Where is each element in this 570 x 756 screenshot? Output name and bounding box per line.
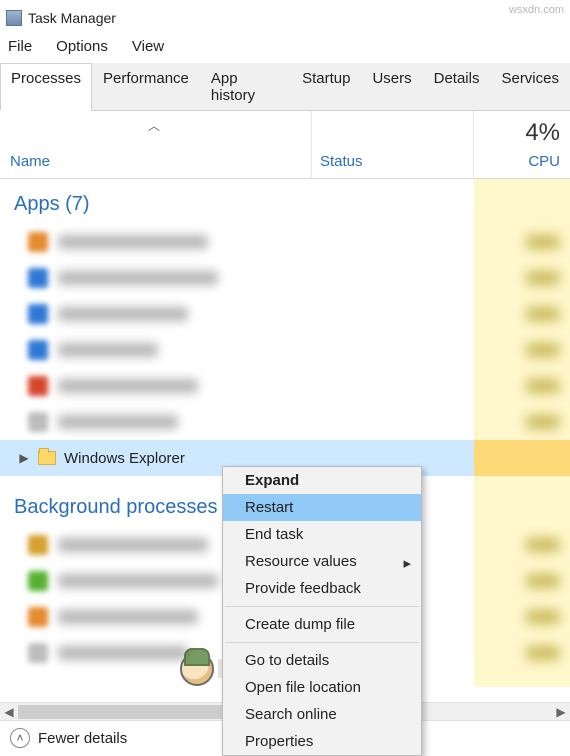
cpu-value-blurred (526, 343, 560, 357)
name-cell: ▶ Windows Explorer (0, 450, 312, 467)
app-name-blurred (58, 379, 198, 393)
cpu-value-blurred (526, 538, 560, 552)
sort-indicator-icon: ︿ (148, 117, 160, 134)
title-bar: Task Manager (0, 0, 570, 32)
watermark-mascot-icon (180, 652, 214, 686)
list-item[interactable] (0, 224, 570, 260)
scroll-right-button[interactable]: ▶ (552, 703, 570, 721)
window-title: Task Manager (28, 10, 116, 26)
scroll-left-button[interactable]: ◀ (0, 703, 18, 721)
cpu-value-blurred (526, 574, 560, 588)
app-name-blurred (58, 307, 188, 321)
list-item[interactable] (0, 296, 570, 332)
cpu-value-blurred (526, 271, 560, 285)
ctx-properties[interactable]: Properties (223, 728, 421, 755)
tab-users[interactable]: Users (361, 63, 422, 110)
column-name[interactable]: ︿ Name (0, 111, 312, 178)
app-icon (28, 571, 48, 591)
app-name-blurred (58, 415, 178, 429)
cpu-value-blurred (526, 646, 560, 660)
ctx-resource-values[interactable]: Resource values ▸ (223, 548, 421, 575)
column-cpu[interactable]: 4% CPU (474, 111, 570, 178)
cpu-percent: 4% (525, 119, 560, 147)
fewer-details-icon[interactable]: ˄ (10, 728, 30, 748)
menu-bar: File Options View (0, 32, 570, 63)
cpu-value-blurred (526, 610, 560, 624)
menu-options[interactable]: Options (52, 36, 112, 57)
menu-file[interactable]: File (4, 36, 36, 57)
app-icon (28, 268, 48, 288)
column-name-label: Name (10, 153, 50, 170)
ctx-search-online[interactable]: Search online (223, 701, 421, 728)
app-name-blurred (58, 610, 198, 624)
list-item[interactable] (0, 368, 570, 404)
ctx-expand[interactable]: Expand (223, 467, 421, 494)
cpu-value-blurred (526, 235, 560, 249)
app-icon (28, 304, 48, 324)
expand-icon[interactable]: ▶ (18, 451, 30, 465)
app-icon (28, 376, 48, 396)
attribution-text: wsxdn.com (509, 4, 564, 16)
cpu-cell-highlight (474, 440, 570, 476)
column-cpu-label: CPU (528, 153, 560, 170)
folder-icon (38, 451, 56, 465)
app-name-blurred (58, 646, 188, 660)
tab-app-history[interactable]: App history (200, 63, 291, 110)
ctx-restart[interactable]: Restart (223, 494, 421, 521)
process-name: Windows Explorer (64, 450, 185, 467)
app-name-blurred (58, 574, 218, 588)
tab-startup[interactable]: Startup (291, 63, 361, 110)
context-menu: Expand Restart End task Resource values … (222, 466, 422, 756)
list-item[interactable] (0, 260, 570, 296)
ctx-end-task[interactable]: End task (223, 521, 421, 548)
task-manager-icon (6, 10, 22, 26)
list-item[interactable] (0, 332, 570, 368)
app-icon (28, 607, 48, 627)
column-header: ︿ Name Status 4% CPU (0, 111, 570, 179)
column-status[interactable]: Status (312, 111, 474, 178)
group-apps[interactable]: Apps (7) (0, 179, 570, 224)
tab-services[interactable]: Services (490, 63, 570, 110)
app-icon (28, 535, 48, 555)
app-icon (28, 340, 48, 360)
app-name-blurred (58, 235, 208, 249)
menu-view[interactable]: View (128, 36, 168, 57)
menu-separator (225, 606, 419, 607)
tab-bar: Processes Performance App history Startu… (0, 63, 570, 111)
cpu-value-blurred (526, 415, 560, 429)
submenu-arrow-icon: ▸ (403, 554, 411, 572)
scroll-thumb[interactable] (18, 705, 242, 719)
app-icon (28, 412, 48, 432)
tab-processes[interactable]: Processes (0, 63, 92, 111)
menu-separator (225, 642, 419, 643)
ctx-open-file-location[interactable]: Open file location (223, 674, 421, 701)
tab-performance[interactable]: Performance (92, 63, 200, 110)
app-name-blurred (58, 538, 208, 552)
ctx-create-dump[interactable]: Create dump file (223, 611, 421, 638)
app-name-blurred (58, 343, 158, 357)
tab-details[interactable]: Details (423, 63, 491, 110)
fewer-details-link[interactable]: Fewer details (38, 730, 127, 747)
column-status-label: Status (320, 153, 363, 170)
cpu-value-blurred (526, 307, 560, 321)
list-item[interactable] (0, 404, 570, 440)
cpu-value-blurred (526, 379, 560, 393)
ctx-go-to-details[interactable]: Go to details (223, 647, 421, 674)
app-icon (28, 232, 48, 252)
ctx-resource-values-label: Resource values (245, 553, 357, 570)
app-name-blurred (58, 271, 218, 285)
ctx-provide-feedback[interactable]: Provide feedback (223, 575, 421, 602)
app-icon (28, 643, 48, 663)
